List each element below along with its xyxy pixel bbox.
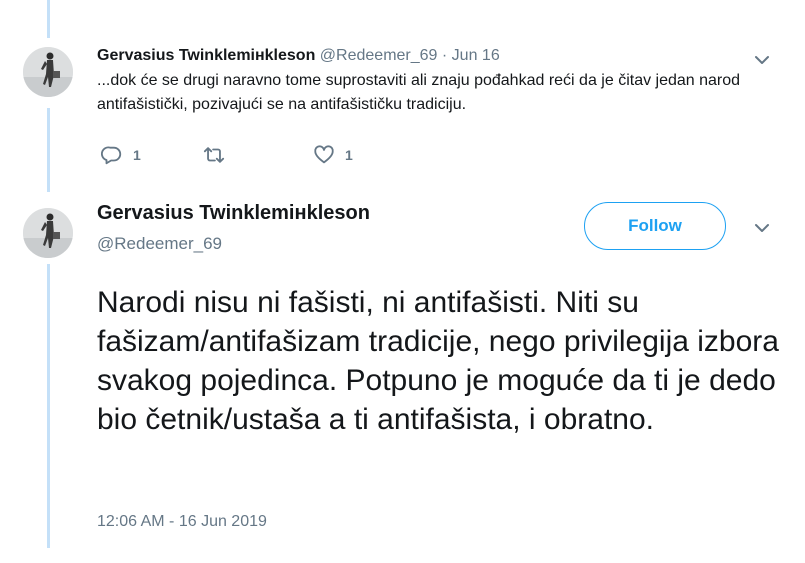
main-menu-chevron-down-icon[interactable]: [752, 218, 772, 238]
retweet-button[interactable]: [203, 143, 235, 167]
avatar-image: [23, 47, 73, 97]
header-separator: ·: [441, 47, 448, 64]
retweet-icon: [203, 147, 225, 163]
reply-tweet-text: ...dok će se drugi naravno tome suprosta…: [97, 72, 741, 113]
reply-avatar[interactable]: [23, 47, 73, 97]
main-author-name[interactable]: Gervasius Twinklemінkleson: [97, 202, 370, 225]
follow-button[interactable]: Follow: [584, 202, 726, 250]
thread-connector-top: [47, 0, 50, 38]
tweet-timestamp[interactable]: 12:06 AM - 16 Jun 2019: [97, 513, 267, 531]
like-button[interactable]: 1: [313, 143, 353, 167]
reply-button[interactable]: 1: [101, 143, 141, 167]
avatar-image: [23, 208, 73, 258]
reply-count: 1: [133, 147, 141, 163]
reply-icon: [101, 146, 122, 165]
like-count: 1: [345, 147, 353, 163]
reply-date-link[interactable]: Jun 16: [452, 47, 500, 64]
reply-author-handle[interactable]: @Redeemer_69: [320, 47, 438, 64]
thread-connector-middle: [47, 108, 50, 192]
reply-tweet: Gervasius Twinklemінkleson @Redeemer_69 …: [97, 45, 777, 117]
heart-icon: [314, 145, 334, 164]
main-avatar[interactable]: [23, 208, 73, 258]
thread-connector-bottom: [47, 264, 50, 548]
reply-author-name[interactable]: Gervasius Twinklemінkleson: [97, 47, 315, 64]
reply-menu-chevron-down-icon[interactable]: [752, 50, 772, 70]
main-author-handle[interactable]: @Redeemer_69: [97, 234, 222, 254]
reply-tweet-header: Gervasius Twinklemінkleson @Redeemer_69 …: [97, 45, 777, 67]
main-tweet-text: Narodi nisu ni fašisti, ni antifašisti. …: [97, 286, 779, 436]
